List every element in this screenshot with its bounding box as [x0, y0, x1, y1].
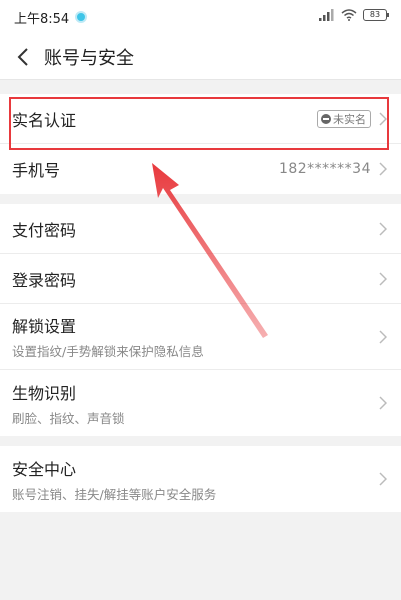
security-center-row[interactable]: 安全中心 账号注销、挂失/解挂等账户安全服务 — [0, 446, 401, 512]
row-label: 实名认证 — [12, 110, 77, 130]
row-label: 解锁设置 — [12, 317, 77, 336]
back-arrow-icon[interactable] — [12, 46, 34, 68]
signal-icon — [319, 9, 334, 21]
chevron-right-icon — [379, 161, 389, 177]
screen: 上午8:54 83 账号与安全 实名认证 未实名 手机号 182******34… — [0, 0, 401, 600]
phone-number-row[interactable]: 手机号 182******34 — [0, 144, 401, 194]
chevron-right-icon — [379, 471, 389, 487]
page-title: 账号与安全 — [44, 47, 134, 69]
payment-password-row[interactable]: 支付密码 — [0, 204, 401, 254]
app-notification-icon — [75, 11, 88, 23]
chevron-right-icon — [379, 111, 389, 127]
password-group: 支付密码 登录密码 解锁设置 设置指纹/手势解锁来保护隐私信息 生物识别 刷脸、… — [0, 204, 401, 436]
row-label: 生物识别 — [12, 383, 77, 403]
status-time: 上午8:54 — [14, 11, 70, 27]
phone-number-value: 182******34 — [278, 161, 371, 177]
unverified-badge: 未实名 — [317, 109, 371, 128]
section-gap — [0, 194, 401, 204]
navigation-bar: 账号与安全 — [0, 34, 401, 80]
row-label: 支付密码 — [12, 220, 77, 240]
chevron-right-icon — [379, 329, 389, 345]
row-description: 账号注销、挂失/解挂等账户安全服务 — [12, 486, 217, 502]
minus-circle-icon — [321, 113, 331, 124]
biometric-row[interactable]: 生物识别 刷脸、指纹、声音锁 — [0, 370, 401, 436]
row-description: 设置指纹/手势解锁来保护隐私信息 — [12, 344, 204, 359]
chevron-right-icon — [379, 395, 389, 411]
real-name-verification-row[interactable]: 实名认证 未实名 — [0, 94, 401, 144]
row-label: 安全中心 — [12, 459, 77, 479]
unlock-settings-row[interactable]: 解锁设置 设置指纹/手势解锁来保护隐私信息 — [0, 304, 401, 370]
security-center-group: 安全中心 账号注销、挂失/解挂等账户安全服务 — [0, 446, 401, 512]
section-gap — [0, 80, 401, 94]
section-gap — [0, 436, 401, 446]
chevron-right-icon — [379, 221, 389, 237]
login-password-row[interactable]: 登录密码 — [0, 254, 401, 304]
status-bar: 上午8:54 83 — [0, 0, 401, 34]
status-indicators: 83 — [319, 9, 389, 21]
account-group: 实名认证 未实名 手机号 182******34 — [0, 94, 401, 194]
wifi-icon — [341, 9, 357, 21]
badge-text: 未实名 — [333, 112, 366, 126]
row-description: 刷脸、指纹、声音锁 — [12, 410, 125, 426]
battery-icon: 83 — [363, 9, 389, 21]
row-label: 手机号 — [12, 161, 61, 180]
row-label: 登录密码 — [12, 270, 77, 290]
chevron-right-icon — [379, 271, 389, 287]
